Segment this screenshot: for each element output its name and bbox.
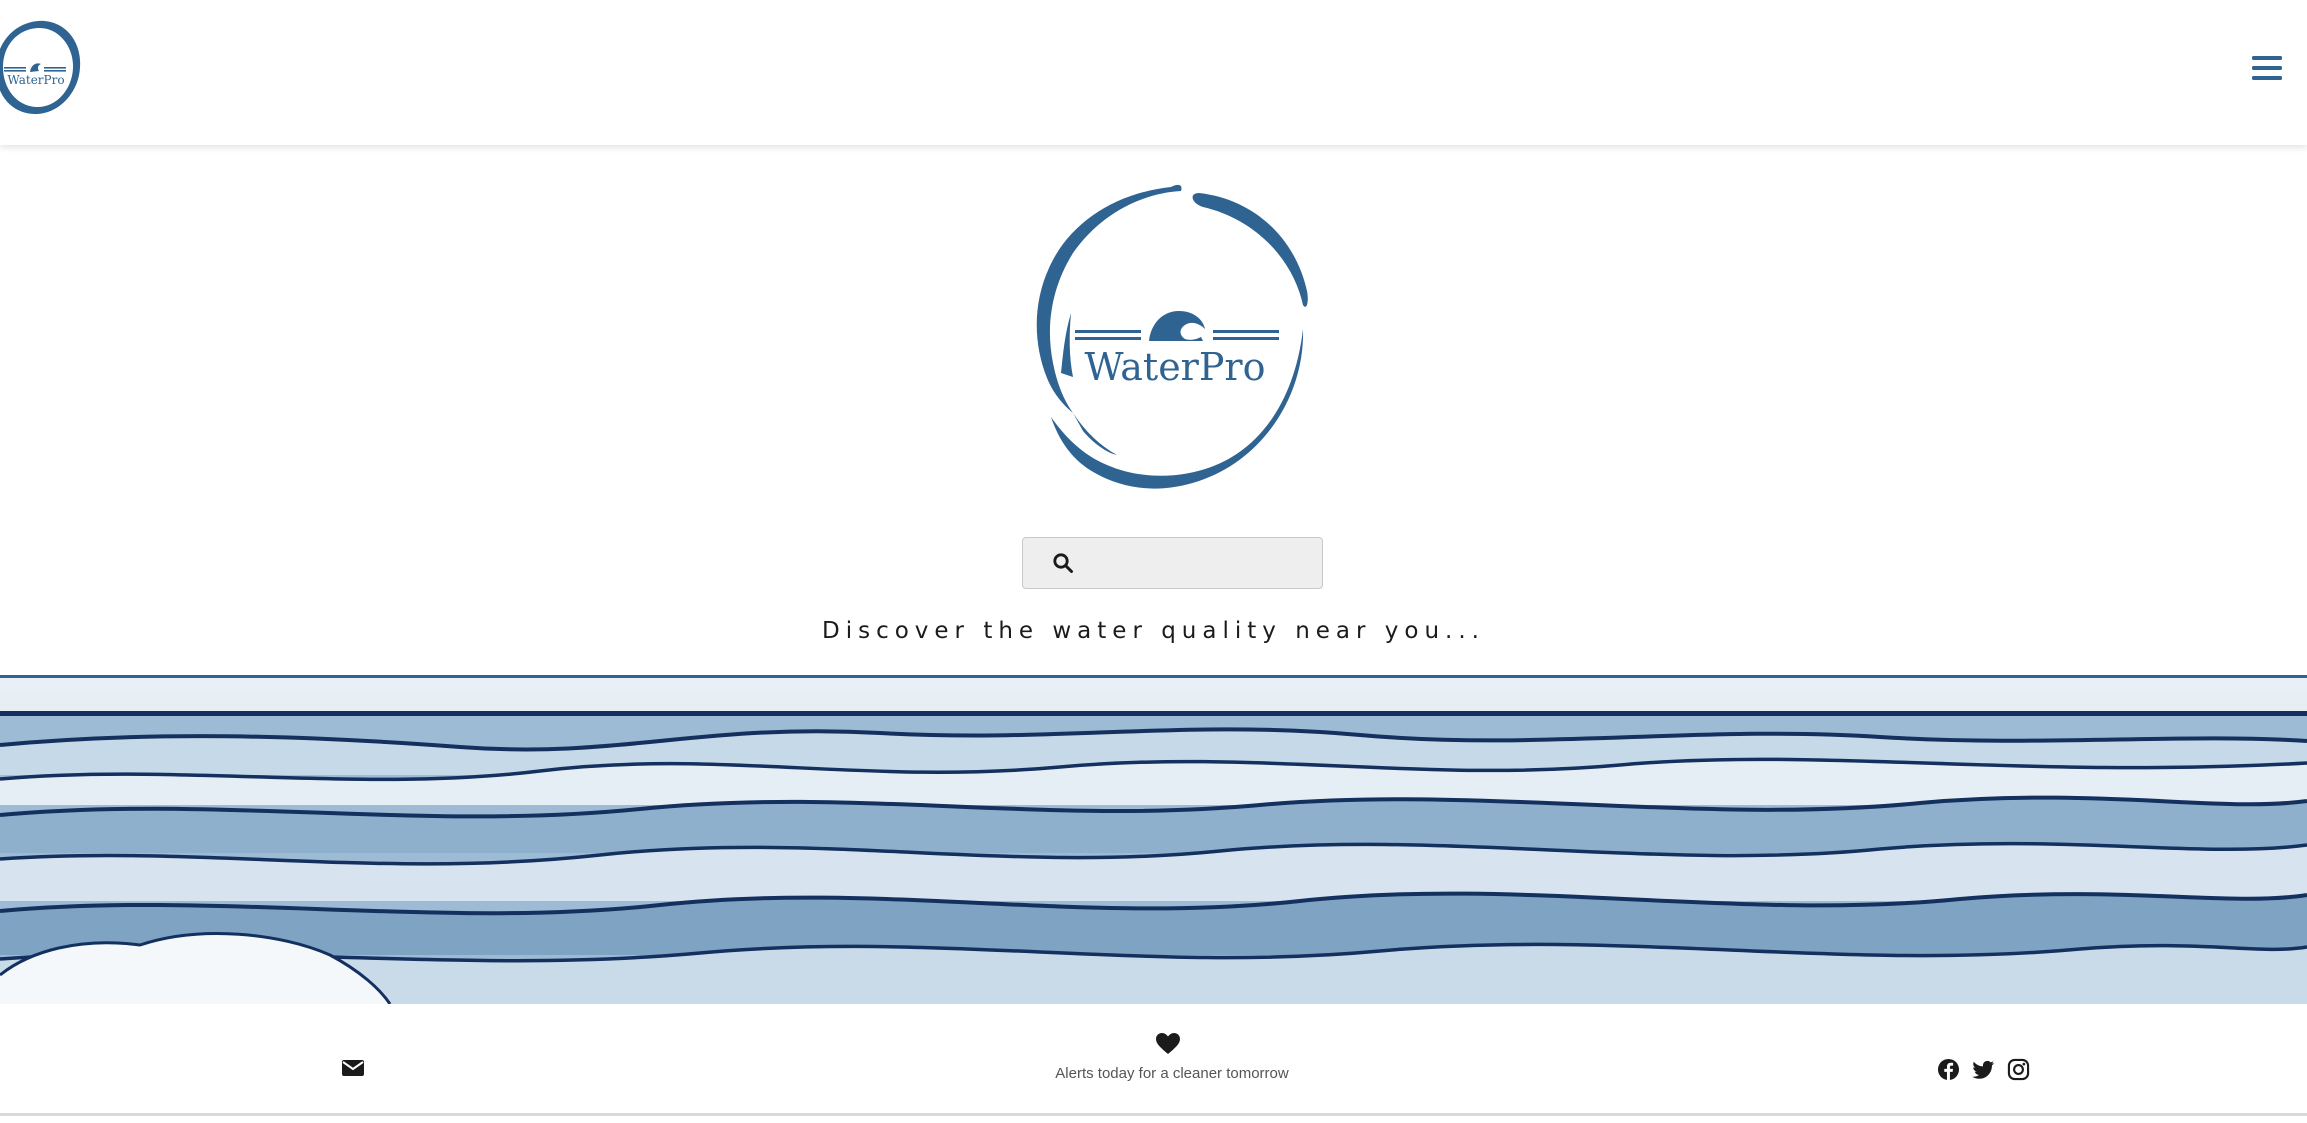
envelope-icon xyxy=(342,1060,364,1076)
waterpro-logo-icon: WaterPro xyxy=(0,20,81,115)
nav-logo-text: WaterPro xyxy=(7,73,64,87)
tagline: Discover the water quality near you... xyxy=(821,618,1485,644)
twitter-icon xyxy=(1972,1060,1995,1079)
instagram-link[interactable] xyxy=(2007,1058,2030,1081)
contact-email-link[interactable] xyxy=(341,1058,365,1078)
search-icon xyxy=(1053,553,1073,573)
footer-slogan: Alerts today for a cleaner tomorrow xyxy=(1055,1065,1289,1082)
search-input[interactable] xyxy=(1075,538,1360,588)
top-navbar: WaterPro xyxy=(0,0,2307,145)
search-box[interactable] xyxy=(1022,537,1360,589)
twitter-link[interactable] xyxy=(1972,1058,1995,1081)
heart-icon xyxy=(1156,1033,1180,1054)
hamburger-menu-icon xyxy=(2252,56,2282,80)
nav-logo[interactable]: WaterPro xyxy=(0,15,84,121)
hero-section: WaterPro Discover the water quality near… xyxy=(0,145,2307,675)
ocean-waves-banner xyxy=(0,675,2307,1004)
facebook-icon xyxy=(1937,1058,1960,1081)
waterpro-emblem-icon: WaterPro xyxy=(1036,184,1308,489)
facebook-link[interactable] xyxy=(1937,1058,1960,1081)
hamburger-menu-button[interactable] xyxy=(2249,50,2285,86)
footer: Alerts today for a cleaner tomorrow xyxy=(0,1004,2307,1116)
ocean-waves-image xyxy=(0,675,2307,1004)
hero-logo: WaterPro xyxy=(1003,173,1343,507)
hero-logo-text: WaterPro xyxy=(1085,345,1266,389)
social-links xyxy=(1937,1058,2030,1081)
instagram-icon xyxy=(2007,1058,2030,1081)
